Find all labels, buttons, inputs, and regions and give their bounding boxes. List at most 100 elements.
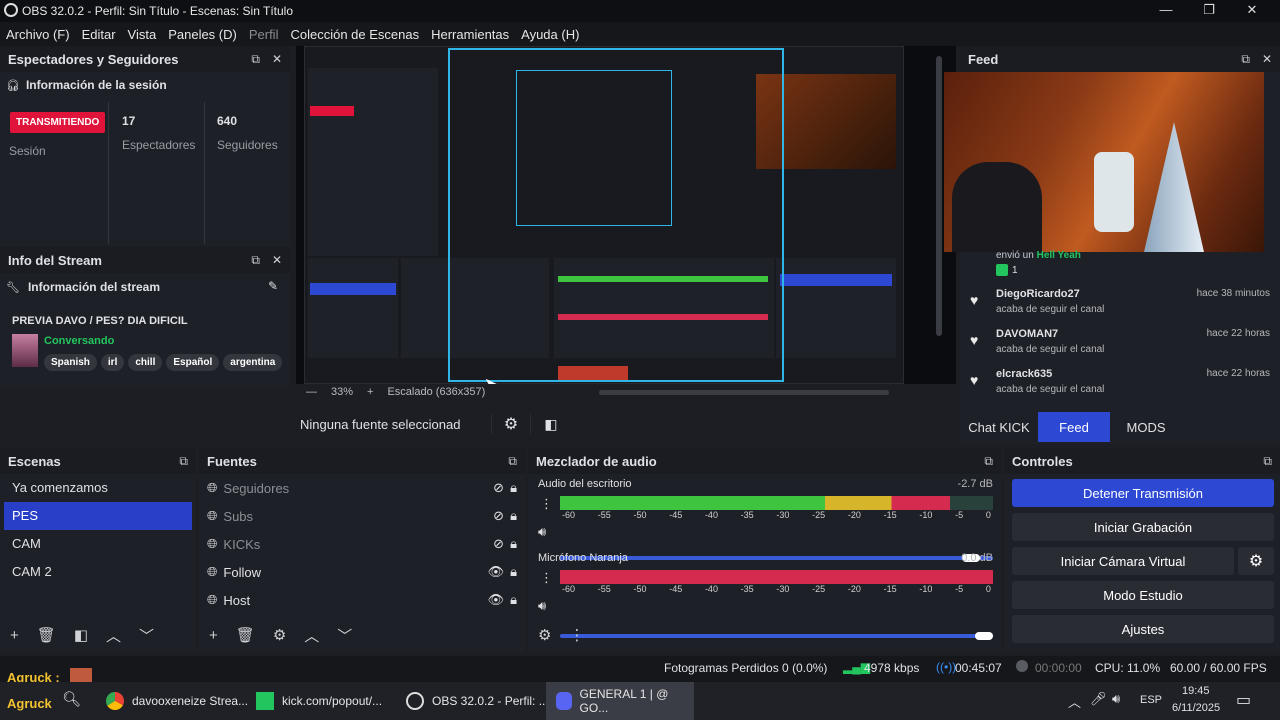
gear-icon[interactable]: ⚙ [273, 626, 286, 644]
maximize-icon[interactable]: ❐ [1195, 2, 1223, 18]
notifications-icon[interactable]: ▭ [1236, 690, 1251, 710]
tray-chevron-icon[interactable]: ︿ [1068, 692, 1081, 711]
menu-file[interactable]: Archivo (F) [0, 22, 76, 46]
minimize-icon[interactable]: — [1152, 2, 1180, 17]
preview-scrollbar[interactable] [936, 56, 942, 336]
source-item[interactable]: 🌐︎ Follow 👁︎ 🔒︎ [199, 558, 525, 586]
virtual-camera-settings-icon[interactable]: ⚙ [1238, 547, 1274, 575]
close-icon[interactable]: ✕ [272, 52, 282, 67]
start-record-button[interactable]: Iniciar Grabación [1012, 513, 1274, 541]
tab-mods[interactable]: MODS [1110, 412, 1182, 442]
float-icon[interactable]: ⧉ [508, 454, 517, 469]
heart-icon: ♥ [970, 292, 979, 308]
meter-track [560, 496, 993, 510]
tab-feed[interactable]: Feed [1038, 412, 1110, 442]
source-item[interactable]: 🌐︎ KICKs ⊘ 🔒︎ [199, 530, 525, 558]
count: 1 [1012, 264, 1018, 276]
dock-header: Mezclador de audio ⧉ [528, 448, 1001, 474]
slider-knob[interactable] [975, 632, 993, 640]
trash-icon[interactable]: 🗑︎ [236, 626, 255, 644]
menu-view[interactable]: Vista [122, 22, 163, 46]
zoom-in-icon[interactable]: + [367, 386, 373, 398]
gear-icon[interactable]: ⚙ [538, 626, 551, 644]
scene-item[interactable]: CAM [4, 530, 192, 558]
filter-icon[interactable]: ◧ [74, 626, 88, 644]
menu-docks[interactable]: Paneles (D) [162, 22, 243, 46]
category-thumbnail [12, 334, 38, 367]
trash-icon[interactable]: 🗑︎ [37, 626, 56, 644]
zoom-out-icon[interactable]: — [306, 386, 317, 398]
sources-toolbar: + 🗑︎ ⚙ ︿ ﹀ [199, 620, 362, 650]
arrow-up-icon[interactable]: ︿ [106, 625, 121, 646]
float-icon[interactable]: ⧉ [179, 454, 188, 469]
close-icon[interactable]: ✕ [1238, 2, 1266, 18]
source-item[interactable]: 🌐︎ Seguidores ⊘ 🔒︎ [199, 474, 525, 502]
menu-scene-collection[interactable]: Colección de Escenas [284, 22, 425, 46]
float-icon[interactable]: ⧉ [984, 454, 993, 469]
lock-icon[interactable]: 🔒︎ [510, 564, 517, 580]
virtual-camera-button[interactable]: Iniciar Cámara Virtual [1012, 547, 1234, 575]
taskbar-item[interactable]: kick.com/popout/... [246, 682, 392, 720]
volume-icon[interactable]: 🔊︎ [1112, 691, 1120, 707]
preview-toolbar: — 33% + Escalado (636x357) [296, 384, 956, 400]
preview-canvas[interactable]: ➤ [296, 46, 956, 393]
arrow-up-icon[interactable]: ︿ [304, 625, 319, 646]
microphone-icon[interactable]: 🎤︎ [1090, 691, 1107, 707]
edit-icon[interactable]: ✎ [268, 279, 278, 293]
language-indicator[interactable]: ESP [1140, 694, 1162, 706]
close-icon[interactable]: ✕ [272, 253, 282, 268]
scene-item[interactable]: PES [4, 502, 192, 530]
float-icon[interactable]: ⧉ [1263, 454, 1272, 469]
eye-icon[interactable]: 👁︎ [488, 592, 505, 608]
arrow-down-icon[interactable]: ﹀ [337, 625, 352, 646]
clock-date[interactable]: 6/11/2025 [1172, 702, 1220, 714]
volume-slider[interactable] [560, 632, 993, 640]
taskbar-item[interactable]: OBS 32.0.2 - Perfil: ... [396, 682, 559, 720]
eye-icon[interactable]: 👁︎ [488, 564, 505, 580]
settings-button[interactable]: Ajustes [1012, 615, 1274, 643]
filter-icon[interactable]: ◧ [531, 416, 571, 433]
scene-item[interactable]: Ya comenzamos [4, 474, 192, 502]
menu-tools[interactable]: Herramientas [425, 22, 515, 46]
scene-item[interactable]: CAM 2 [4, 558, 192, 586]
arrow-down-icon[interactable]: ﹀ [139, 625, 154, 646]
float-icon[interactable]: ⧉ [251, 52, 260, 67]
source-label: Seguidores [223, 480, 290, 496]
wrench-icon: 🔧︎ [6, 281, 20, 294]
horizontal-scrollbar[interactable] [599, 389, 890, 395]
gear-icon[interactable]: ⚙ [491, 414, 531, 434]
category-name[interactable]: Conversando [44, 335, 114, 347]
source-item[interactable]: 🌐︎ Subs ⊘ 🔒︎ [199, 502, 525, 530]
stream-info-dock: Info del Stream ⧉ ✕ 🔧︎ Información del str… [0, 247, 290, 387]
dock-title: Feed [968, 51, 999, 67]
menu-edit[interactable]: Editar [76, 22, 122, 46]
close-icon[interactable]: ✕ [1262, 52, 1272, 67]
menu-profile[interactable]: Perfil [243, 22, 285, 46]
stop-stream-button[interactable]: Detener Transmisión [1012, 479, 1274, 507]
meter-scale: -60 -55 -50 -45 -40 -35 -30 -25 -20 -15 -10 -5 0 [560, 510, 993, 520]
studio-mode-button[interactable]: Modo Estudio [1012, 581, 1274, 609]
add-icon[interactable]: + [209, 627, 218, 644]
clock-time[interactable]: 19:45 [1182, 685, 1210, 697]
menu-help[interactable]: Ayuda (H) [515, 22, 585, 46]
taskbar-item[interactable]: GENERAL 1 | @ GO... [546, 682, 694, 720]
eye-hidden-icon[interactable]: ⊘ [493, 508, 504, 524]
more-icon[interactable]: ⋮ [540, 496, 553, 512]
source-item[interactable]: 🌐︎ Host 👁︎ 🔒︎ [199, 586, 525, 614]
lock-icon[interactable]: 🔒︎ [510, 536, 517, 552]
lock-icon[interactable]: 🔒︎ [510, 508, 517, 524]
lock-icon[interactable]: 🔒︎ [510, 592, 517, 608]
more-icon[interactable]: ⋮ [540, 570, 553, 586]
add-icon[interactable]: + [10, 627, 19, 644]
taskbar-item[interactable]: davooxeneize Strea... [96, 682, 258, 720]
float-icon[interactable]: ⧉ [251, 253, 260, 268]
lock-icon[interactable]: 🔒︎ [510, 480, 517, 496]
more-icon[interactable]: ⋮ [569, 626, 584, 644]
tab-chat-kick[interactable]: Chat KICK [960, 412, 1038, 442]
speaker-icon[interactable]: 🔊︎ [538, 598, 546, 614]
float-icon[interactable]: ⧉ [1241, 52, 1250, 67]
speaker-icon[interactable]: 🔊︎ [538, 524, 546, 540]
eye-hidden-icon[interactable]: ⊘ [493, 536, 504, 552]
eye-hidden-icon[interactable]: ⊘ [493, 480, 504, 496]
search-icon[interactable]: 🔍︎ [62, 690, 81, 708]
